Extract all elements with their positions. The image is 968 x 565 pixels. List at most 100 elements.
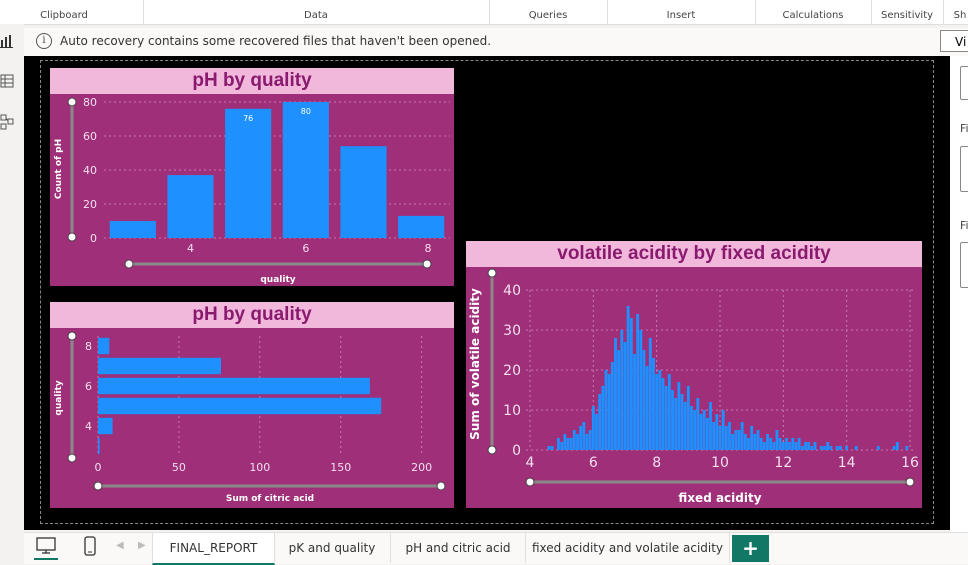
bar (766, 434, 769, 450)
bar (610, 362, 614, 450)
view-switcher-rail (0, 24, 24, 563)
bar (756, 430, 760, 450)
tab-pk-and-quality[interactable]: pK and quality (274, 533, 391, 563)
y-tick-label: 10 (503, 403, 521, 419)
bar (617, 350, 621, 450)
y-tick-label: 20 (83, 198, 97, 211)
visual-title: volatile acidity by fixed acidity (466, 241, 922, 267)
bar (772, 442, 776, 450)
y-tick-label: 8 (85, 340, 92, 353)
bar (813, 442, 817, 450)
x-tick-label: 0 (95, 461, 102, 474)
bar (838, 446, 842, 450)
add-page-button[interactable]: + (732, 535, 769, 562)
bar (693, 410, 697, 450)
tab-fixed-and-volatile-acidity[interactable]: fixed acidity and volatile acidity (526, 533, 730, 563)
bar (800, 446, 804, 450)
next-page-icon[interactable]: ▶ (138, 540, 146, 551)
y-tick-label: 60 (83, 130, 97, 143)
bar (648, 338, 652, 450)
bar (845, 446, 849, 450)
prev-page-icon[interactable]: ◀ (116, 540, 124, 551)
bar (645, 366, 649, 450)
bar (731, 434, 735, 450)
data-label: 80 (301, 107, 311, 116)
tab-final-report[interactable]: FINAL_REPORT (152, 533, 275, 565)
report-view-icon[interactable] (0, 34, 14, 48)
bar (737, 430, 741, 450)
bar (572, 430, 576, 450)
ribbon-group-clipboard: Clipboard (0, 0, 128, 24)
ribbon-group-label: Sensitivity (880, 10, 934, 21)
visual-ph-by-quality-column[interactable]: pH by quality 0 20 40 60 80 76 80 4 6 8 quality Cou… (50, 68, 454, 286)
bar (785, 438, 788, 450)
y-axis-title: Count of pH (54, 139, 64, 199)
bar (658, 370, 662, 450)
bar (655, 374, 659, 450)
tab-ph-and-citric-acid[interactable]: pH and citric acid (391, 533, 526, 563)
bar (623, 342, 627, 450)
x-zoom-handle (905, 477, 915, 487)
bar (826, 442, 830, 450)
x-zoom-handle (93, 481, 103, 491)
desktop-layout-icon[interactable] (34, 537, 58, 560)
y-tick-label: 0 (512, 443, 521, 459)
data-label: 76 (243, 114, 253, 123)
bar (671, 390, 674, 450)
bar (98, 417, 113, 435)
bar (664, 386, 668, 450)
bar (823, 446, 826, 450)
ribbon-group-label: Queries (528, 10, 568, 21)
bar (753, 434, 757, 450)
y-zoom-handle (67, 331, 77, 341)
y-tick-label: 80 (83, 96, 97, 109)
x-axis-title: quality (260, 275, 295, 285)
bar (560, 442, 564, 450)
visual-volatile-by-fixed-acidity[interactable]: volatile acidity by fixed acidity 0 10 20 3… (466, 241, 922, 508)
active-layout-indicator (34, 558, 58, 560)
bar (98, 397, 382, 415)
ribbon-group-label: Data (304, 10, 328, 21)
visual-ph-by-quality-bar[interactable]: pH by quality 0 50 100 150 200 8 6 4 Sum of citr… (50, 302, 454, 508)
bar-chart: 0 50 100 150 200 8 6 4 Sum of citric acid quality (54, 331, 446, 504)
bar (807, 442, 811, 450)
bar (557, 438, 560, 450)
bar (829, 446, 833, 450)
bar (604, 370, 608, 450)
bar (718, 426, 722, 450)
x-tick-label: 200 (411, 461, 432, 474)
x-tick-label: 12 (774, 455, 792, 471)
x-tick-label: 150 (330, 461, 351, 474)
bar (702, 410, 706, 450)
ribbon-group-label: Insert (666, 10, 696, 21)
ribbon-group-label: Calculations (782, 10, 844, 21)
bar (724, 426, 728, 450)
filters-search-box[interactable] (960, 66, 968, 100)
bar (569, 438, 573, 450)
mobile-layout-icon[interactable] (84, 536, 96, 560)
visual-title: pH by quality (50, 68, 454, 94)
bar (550, 446, 554, 450)
table-view-icon[interactable] (0, 74, 14, 88)
bar (109, 221, 156, 238)
bar (854, 446, 858, 450)
bar (705, 418, 709, 450)
ribbon: Clipboard Data Queries Insert Calculatio… (0, 0, 968, 25)
bar (781, 442, 785, 450)
x-zoom-handle (124, 259, 134, 269)
bar (98, 357, 221, 375)
bar (743, 434, 747, 450)
model-view-icon[interactable] (0, 114, 14, 130)
bar (892, 446, 896, 450)
y-zoom-handle (487, 445, 497, 455)
filter-well[interactable] (960, 146, 968, 192)
view-recovered-files-button[interactable]: Vi (940, 30, 968, 52)
x-axis-title: fixed acidity (678, 491, 761, 505)
bar (629, 318, 633, 450)
bar (712, 422, 716, 450)
bar (905, 446, 909, 450)
bar (750, 426, 754, 450)
bar (98, 437, 100, 455)
filter-well[interactable] (960, 242, 968, 288)
bar (398, 215, 445, 238)
